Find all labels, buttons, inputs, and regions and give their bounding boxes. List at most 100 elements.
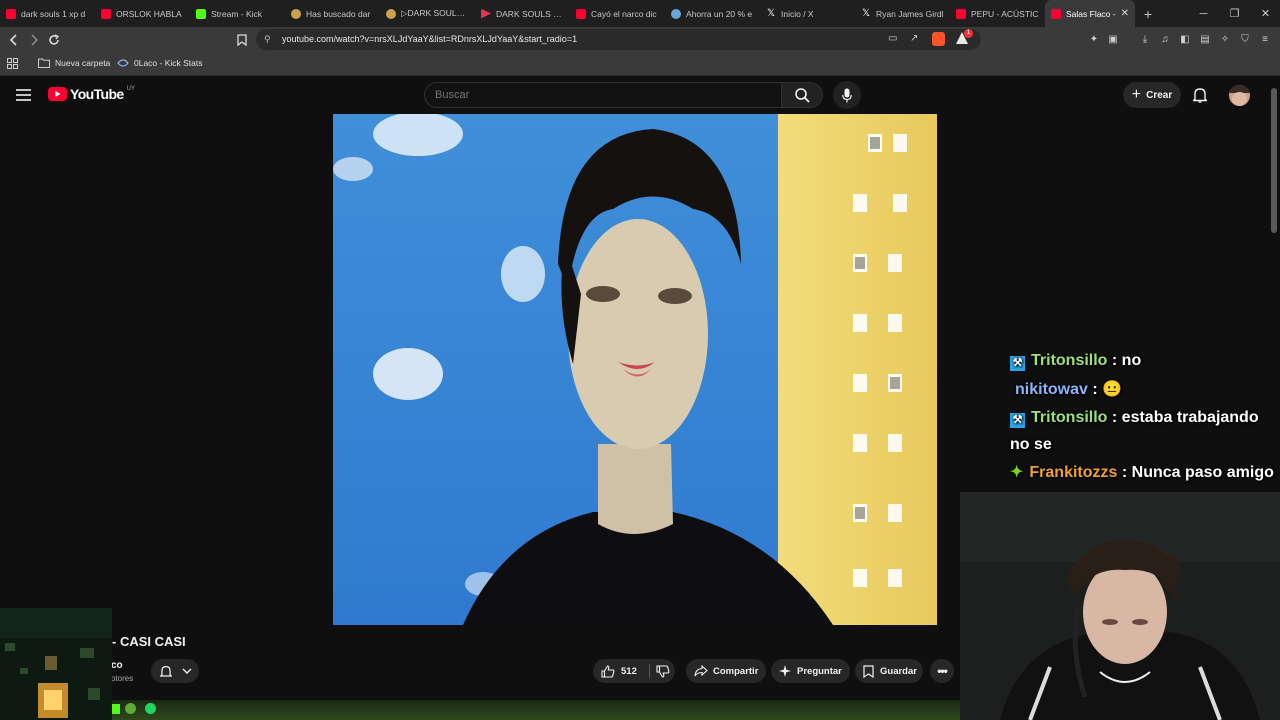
stream-chat-overlay: ⚒ Tritonsillo : no nikitowav : 😐 ⚒ Tritons… — [1010, 346, 1280, 487]
forward-icon — [31, 34, 39, 46]
forward-button[interactable] — [25, 31, 43, 49]
kick-icon — [196, 8, 206, 19]
subscriber-count: otores — [111, 674, 134, 683]
restore-icon[interactable]: ❐ — [1219, 0, 1250, 27]
create-button[interactable]: + Crear — [1123, 82, 1181, 108]
youtube-logo-icon — [48, 87, 67, 101]
browser-tab[interactable]: dark souls 1 xp d — [0, 0, 95, 27]
chat-message: ⚒ Tritonsillo : no — [1010, 346, 1280, 375]
close-window-icon[interactable]: ✕ — [1250, 0, 1280, 27]
browser-tab[interactable]: Has buscado dar — [285, 0, 380, 27]
browser-tab[interactable]: 𝕏 Ryan James Girdl — [855, 0, 950, 27]
voice-search-button[interactable] — [833, 81, 861, 109]
browser-tab-strip: dark souls 1 xp d ORSLOK HABLA Stream - … — [0, 0, 1280, 27]
close-tab-icon[interactable]: ✕ — [1121, 8, 1129, 19]
wallet-icon[interactable]: ▣ — [1106, 32, 1120, 46]
search-button[interactable] — [781, 82, 823, 108]
notifications-button[interactable] — [1191, 87, 1209, 108]
brave-shield-icon[interactable] — [932, 32, 945, 46]
menu-icon[interactable]: ≡ — [1258, 32, 1272, 46]
dislike-button[interactable] — [656, 664, 670, 678]
youtube-icon — [576, 8, 586, 19]
subscription-bell-button[interactable] — [151, 659, 199, 683]
download-icon[interactable]: ⤓ — [1138, 32, 1152, 46]
browser-tab-active[interactable]: Salas Flaco - ✕ — [1045, 0, 1135, 27]
bookmark-star-button[interactable] — [233, 31, 251, 49]
ask-button[interactable]: Preguntar — [771, 659, 850, 683]
browser-tab[interactable]: ▷DARK SOULS R — [380, 0, 475, 27]
guide-menu-button[interactable] — [16, 88, 31, 106]
sparkle-badge-icon: ✦ — [1010, 464, 1024, 481]
more-horiz-icon: ••• — [937, 664, 948, 678]
leo-ai-icon[interactable]: ✧ — [1218, 32, 1232, 46]
youtube-masthead: YouTube UY + Crear — [0, 76, 1280, 114]
url-text[interactable]: youtube.com/watch?v=nrsXLJdYaaY&list=RDn… — [282, 34, 577, 44]
avatar[interactable] — [1229, 85, 1250, 106]
spotify-icon — [145, 703, 156, 714]
video-player[interactable] — [333, 114, 937, 625]
chat-message: ✦ Frankitozzs : Nunca paso amigo — [1010, 464, 1274, 481]
kick-icon — [112, 704, 120, 714]
page-icon — [291, 8, 301, 19]
browser-toolbar: ⚲ youtube.com/watch?v=nrsXLJdYaaY&list=R… — [0, 27, 1280, 52]
streamer-webcam — [960, 492, 1280, 720]
browser-tab[interactable]: Stream - Kick — [190, 0, 285, 27]
bookmark-icon — [237, 34, 247, 46]
cast-icon[interactable]: ▭ — [888, 33, 897, 44]
media-icon[interactable]: ♫ — [1158, 32, 1172, 46]
bookmarks-bar: Nueva carpeta 0Laco - Kick Stats — [0, 52, 1280, 76]
back-icon — [9, 34, 17, 46]
apps-grid-button[interactable] — [7, 58, 18, 69]
apps-grid-icon — [7, 58, 18, 69]
like-count: 512 — [621, 665, 637, 677]
play-icon — [481, 8, 491, 19]
chevron-down-icon — [182, 668, 192, 674]
steam-icon — [671, 8, 681, 19]
game-scene — [0, 608, 112, 720]
share-icon — [694, 665, 708, 677]
x-icon: 𝕏 — [861, 7, 871, 19]
bookmark-save-icon — [863, 664, 874, 678]
channel-name[interactable]: co — [111, 660, 123, 671]
site-info-icon[interactable]: ⚲ — [264, 34, 271, 45]
bookmark-item[interactable]: 0Laco - Kick Stats — [117, 58, 203, 68]
pickaxe-badge-icon: ⚒ — [1010, 413, 1025, 428]
bell-icon — [1191, 88, 1209, 103]
wallet-card-icon[interactable]: ▤ — [1198, 32, 1212, 46]
page-icon — [386, 8, 396, 19]
bookmark-item[interactable]: Nueva carpeta — [38, 58, 110, 68]
x-icon: 𝕏 — [766, 7, 776, 19]
region-code: UY — [126, 86, 135, 92]
thumbs-up-icon — [601, 664, 615, 678]
new-tab-button[interactable]: + — [1135, 6, 1161, 22]
share-button[interactable]: Compartir — [686, 659, 766, 683]
share-icon[interactable]: ↗ — [910, 33, 918, 44]
search-input[interactable] — [424, 82, 782, 108]
video-frame — [333, 114, 937, 625]
browser-tab[interactable]: Cayó el narco dic — [570, 0, 665, 27]
sparkle-icon — [779, 665, 791, 677]
extension-badge: 1 — [964, 29, 973, 38]
like-button[interactable]: 512 — [601, 664, 637, 678]
extensions-icon[interactable]: ✦ — [1087, 32, 1101, 46]
browser-tab[interactable]: 𝕏 Inicio / X — [760, 0, 855, 27]
vpn-icon[interactable]: ⛉ — [1238, 32, 1252, 46]
sidebar-icon[interactable]: ◧ — [1178, 32, 1192, 46]
address-bar[interactable]: ⚲ youtube.com/watch?v=nrsXLJdYaaY&list=R… — [256, 29, 981, 50]
browser-tab[interactable]: Ahorra un 20 % e — [665, 0, 760, 27]
video-title: - CASI CASI — [112, 634, 186, 649]
page-scrollbar[interactable] — [1271, 88, 1277, 233]
youtube-logo[interactable]: YouTube UY — [48, 86, 135, 102]
description-area — [112, 700, 960, 720]
more-actions-button[interactable]: ••• — [930, 659, 954, 683]
save-button[interactable]: Guardar — [855, 659, 923, 683]
pickaxe-badge-icon: ⚒ — [1010, 356, 1025, 371]
browser-tab[interactable]: PEPU - ACÚSTIC — [950, 0, 1045, 27]
back-button[interactable] — [5, 31, 23, 49]
browser-tab[interactable]: DARK SOULS RE — [475, 0, 570, 27]
reload-button[interactable] — [45, 31, 63, 49]
youtube-icon — [6, 8, 16, 19]
browser-tab[interactable]: ORSLOK HABLA — [95, 0, 190, 27]
bell-icon — [160, 665, 172, 677]
minimize-icon[interactable]: ─ — [1188, 0, 1219, 27]
